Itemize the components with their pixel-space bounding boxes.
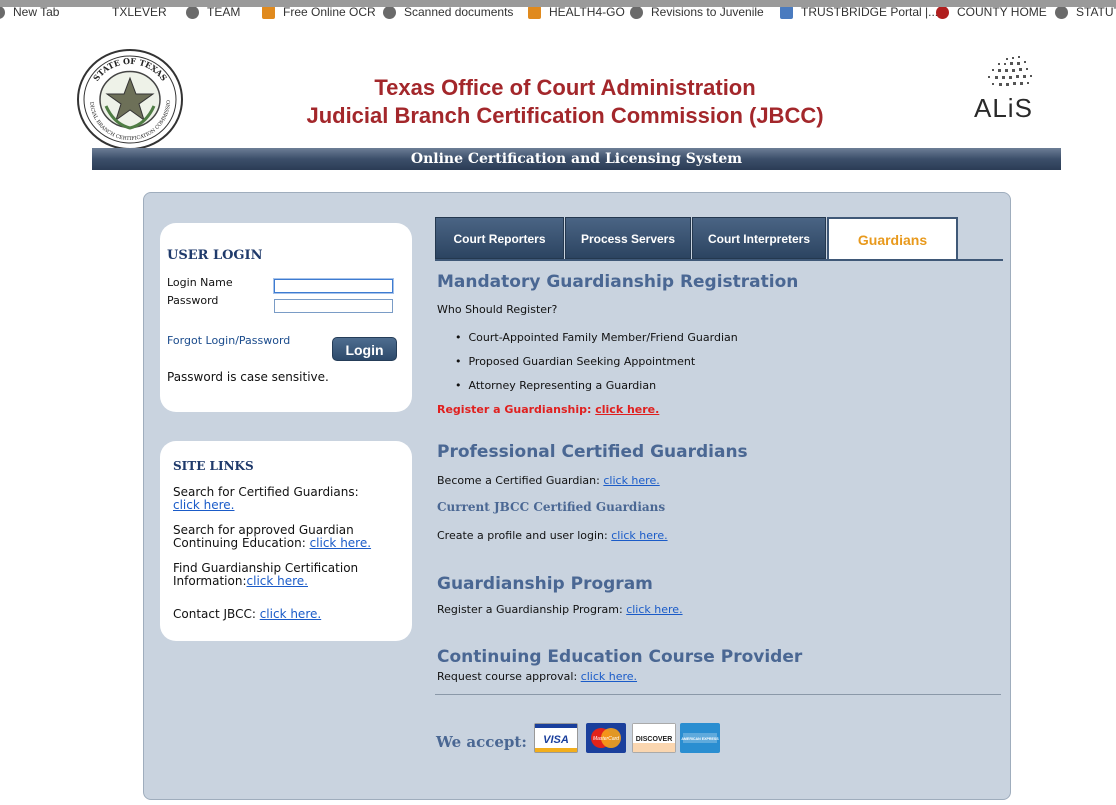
login-name-label: Login Name [167,276,233,289]
tab-guardians[interactable]: Guardians [827,217,958,259]
visa-card-icon: VISA [534,723,578,753]
svg-text:VISA: VISA [543,734,569,746]
become-guardian-link[interactable]: click here. [603,474,659,487]
bookmark-team[interactable]: TEAM [186,7,240,20]
provider-heading: Continuing Education Course Provider [437,647,803,667]
texas-seal-logo: STATE OF TEXAS JUDICIAL BRANCH CERTIFICA… [76,48,183,150]
health-icon [528,7,541,20]
bullet-item: • Proposed Guardian Seeking Appointment [455,355,696,368]
course-approval-line: Request course approval: click here. [437,670,638,683]
case-sensitive-note: Password is case sensitive. [167,370,329,384]
forgot-login-link[interactable]: Forgot Login/Password [167,334,290,347]
mandatory-heading: Mandatory Guardianship Registration [437,272,799,292]
login-button[interactable]: Login [332,337,397,361]
svg-text:MasterCard: MasterCard [593,736,619,742]
site-link-item: Search for Certified Guardians: click he… [173,485,359,512]
ocr-icon [262,7,275,20]
current-guardians-heading: Current JBCC Certified Guardians [437,500,666,514]
bullet-item: • Attorney Representing a Guardian [455,379,657,392]
bullet-item: • Court-Appointed Family Member/Friend G… [455,331,738,344]
search-guardians-link[interactable]: click here. [173,498,234,512]
tab-court-reporters[interactable]: Court Reporters [435,217,564,259]
svg-text:AMERICAN EXPRESS: AMERICAN EXPRESS [681,737,719,741]
mastercard-icon: MasterCard [586,723,626,753]
globe-icon [0,7,5,20]
site-link-item: Find Guardianship Certification Informat… [173,561,359,588]
bookmark-trustbridge[interactable]: TRUSTBRIDGE Portal |... [780,7,938,20]
county-icon [936,7,949,20]
bookmark-scanned-documents[interactable]: Scanned documents [383,7,513,20]
search-education-link[interactable]: click here. [310,536,371,550]
bookmark-county-home[interactable]: COUNTY HOME [936,7,1047,20]
system-banner: Online Certification and Licensing Syste… [92,148,1061,170]
contact-jbcc-link[interactable]: click here. [260,607,321,621]
title-line-2: Judicial Branch Certification Commission… [306,103,824,128]
doc-icon [780,7,793,20]
program-heading: Guardianship Program [437,574,653,594]
globe-icon [1055,7,1068,20]
become-guardian-line: Become a Certified Guardian: click here. [437,474,660,487]
alis-logo-text: ALiS [974,93,1033,123]
register-guardianship-line: Register a Guardianship: click here. [437,403,660,416]
globe-icon [186,7,199,20]
title-line-1: Texas Office of Court Administration [374,75,756,100]
tab-court-interpreters[interactable]: Court Interpreters [692,217,826,259]
who-should-register: Who Should Register? [437,303,558,316]
globe-icon [383,7,396,20]
bookmark-new-tab[interactable]: New Tab [0,7,59,20]
create-profile-link[interactable]: click here. [611,529,667,542]
site-links-title: SITE LINKS [173,459,254,473]
amex-card-icon: AMERICAN EXPRESS [680,723,720,753]
globe-icon [630,7,643,20]
bookmark-health[interactable]: HEALTH4-GO [528,7,625,20]
certification-info-link[interactable]: click here. [247,574,308,588]
we-accept-label: We accept: [436,733,527,751]
page-title: Texas Office of Court Administration Jud… [250,74,880,130]
register-program-line: Register a Guardianship Program: click h… [437,603,683,616]
professional-heading: Professional Certified Guardians [437,442,748,462]
create-profile-line: Create a profile and user login: click h… [437,529,668,542]
register-guardianship-link[interactable]: click here. [595,403,659,416]
register-program-link[interactable]: click here. [626,603,682,616]
site-link-item: Search for approved Guardian Continuing … [173,523,372,550]
password-label: Password [167,294,219,307]
password-input[interactable] [274,299,393,313]
login-name-input[interactable] [274,279,393,293]
bookmark-revisions[interactable]: Revisions to Juvenile [630,7,764,20]
bookmark-free-ocr[interactable]: Free Online OCR [262,7,376,20]
divider [435,694,1001,695]
bookmark-txlever[interactable]: TXLEVER [112,7,167,19]
bookmark-statut[interactable]: STATUT [1055,7,1116,20]
tab-underline [435,259,1003,261]
svg-text:DISCOVER: DISCOVER [636,736,673,743]
site-link-item: Contact JBCC: click here. [173,607,322,621]
discover-card-icon: DISCOVER [632,723,676,753]
login-title: USER LOGIN [167,248,263,263]
course-approval-link[interactable]: click here. [581,670,637,683]
bookmarks-bar: New Tab TXLEVER TEAM Free Online OCR Sca… [0,0,1116,30]
tab-process-servers[interactable]: Process Servers [565,217,691,259]
